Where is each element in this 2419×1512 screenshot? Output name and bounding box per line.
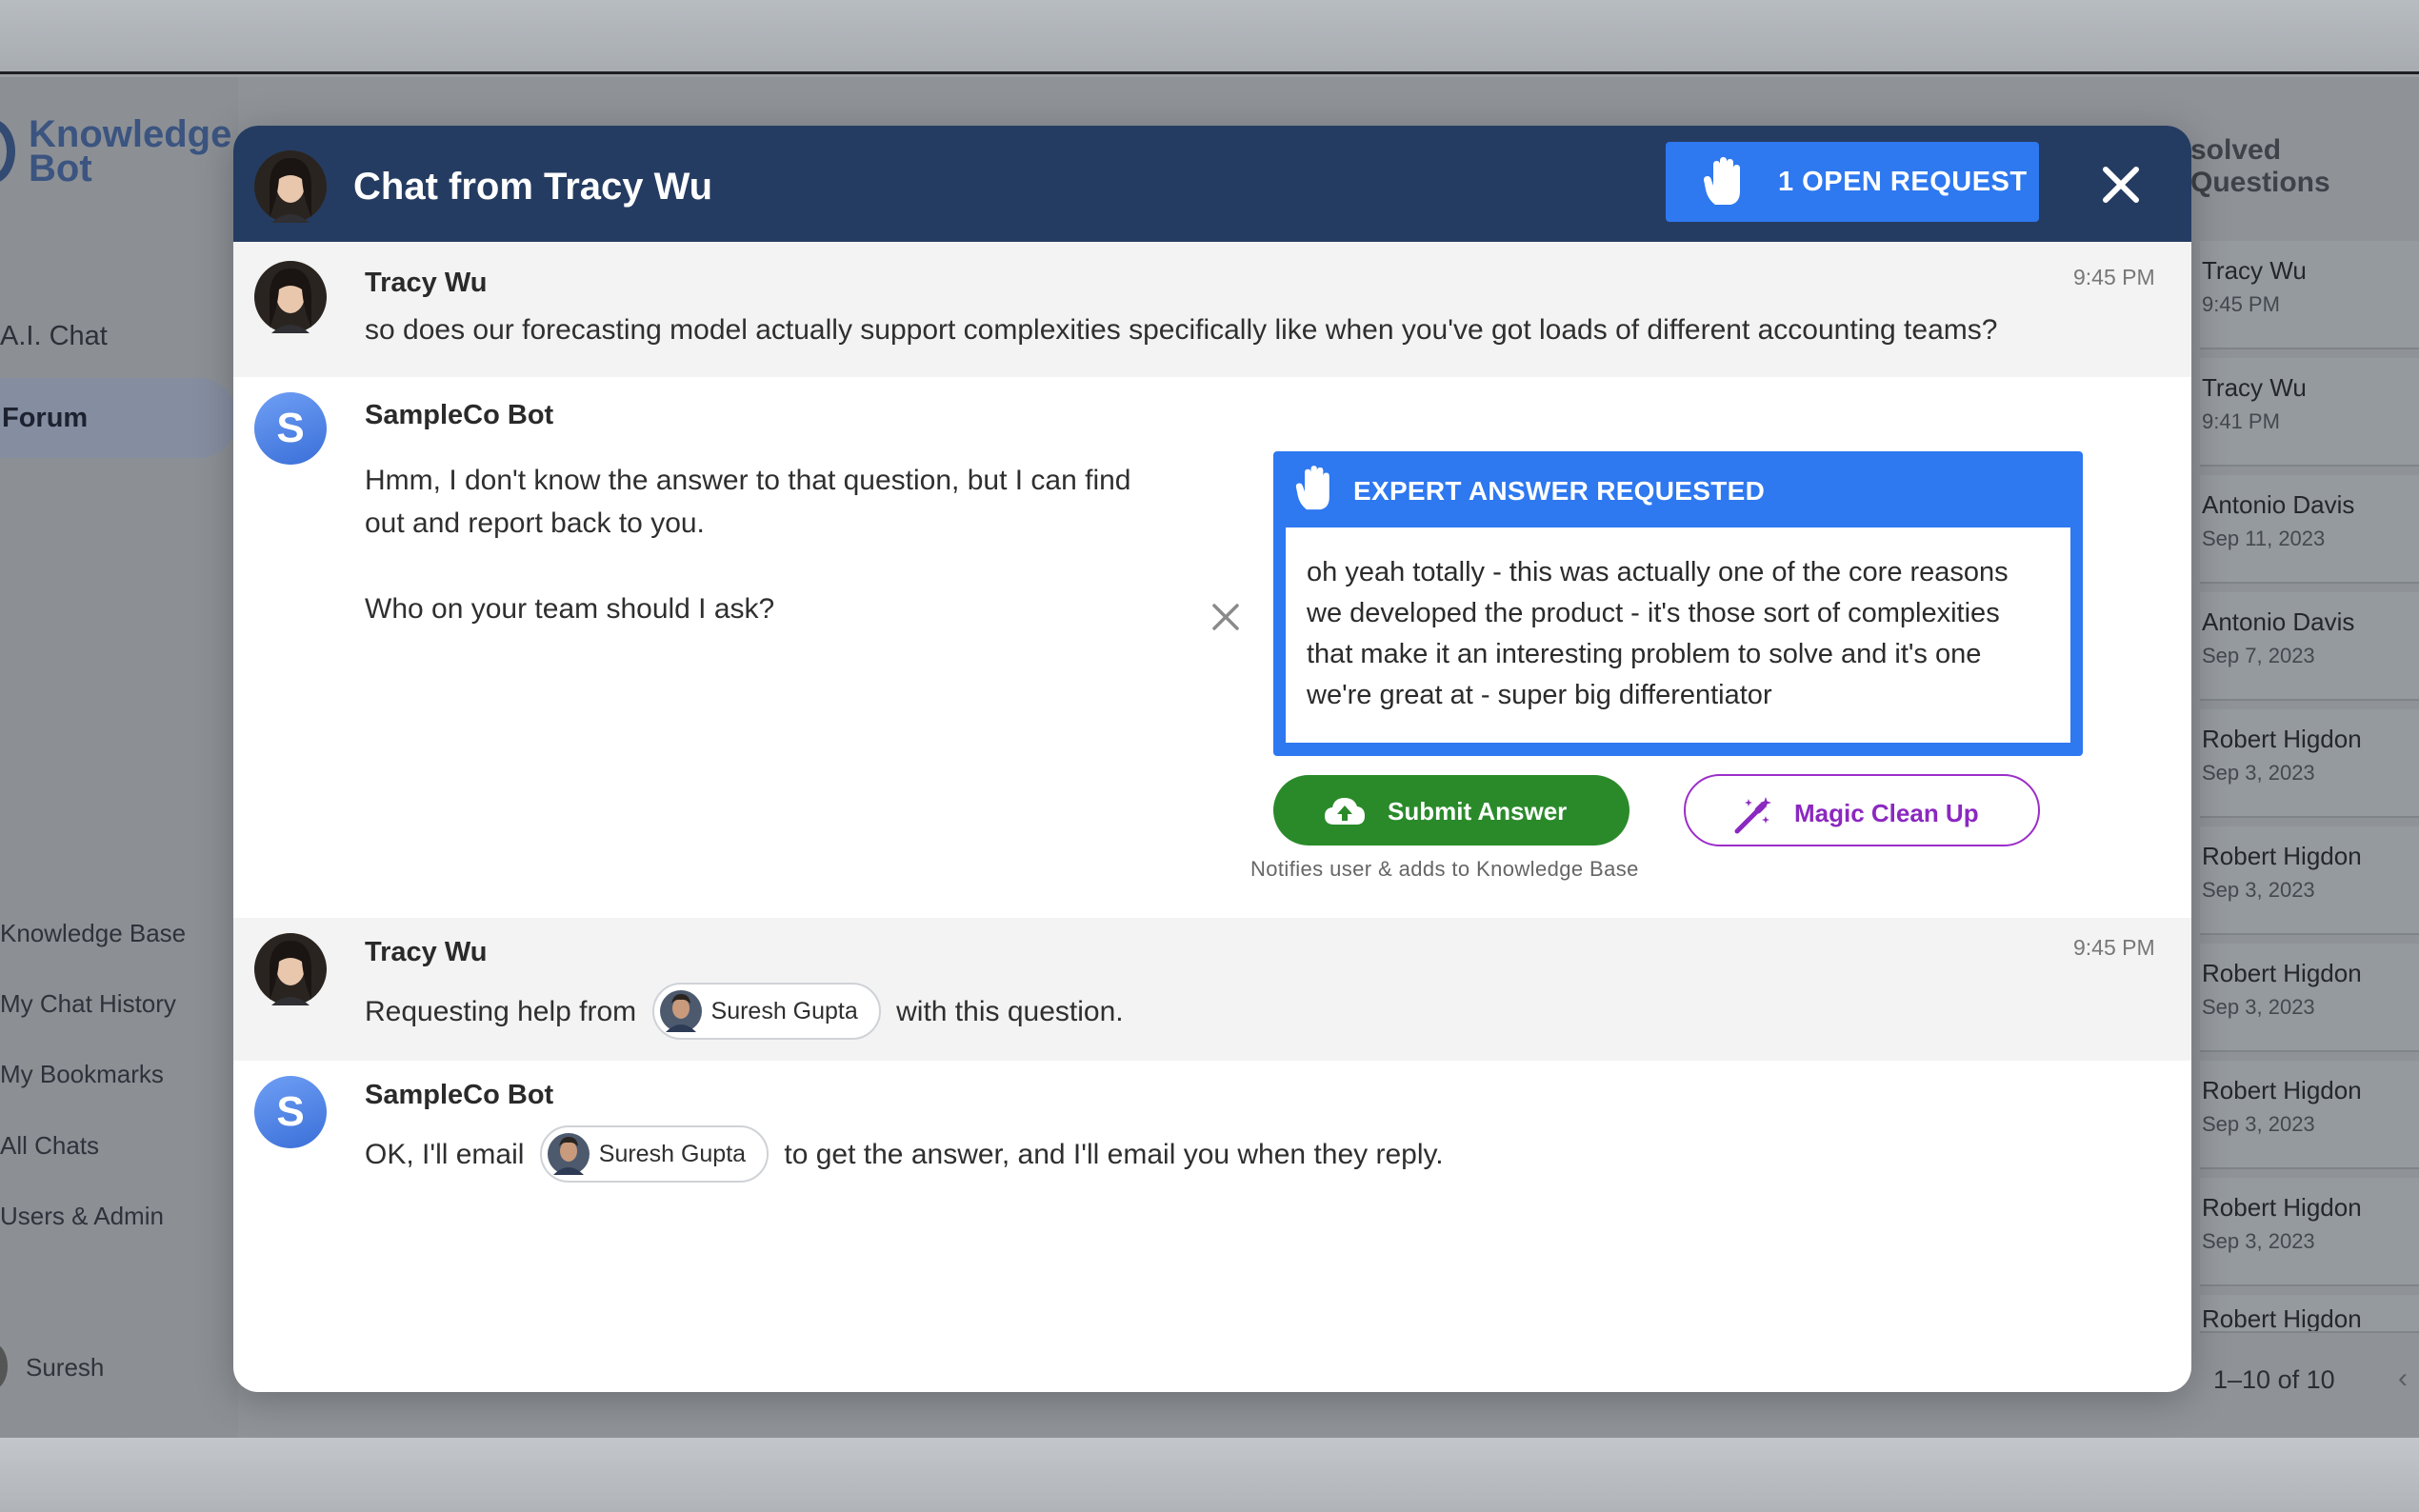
message-text-line: out and report back to you.: [365, 507, 705, 539]
question-row-name: Robert Higdon: [2202, 725, 2362, 753]
message-author: Tracy Wu: [365, 937, 488, 967]
avatar: [659, 990, 702, 1032]
video-frame-bottom: [0, 1438, 2419, 1512]
current-user-name: Suresh: [26, 1353, 105, 1382]
magic-clean-up-button[interactable]: Magic Clean Up: [1684, 774, 2040, 846]
magic-clean-up-label: Magic Clean Up: [1794, 799, 1979, 827]
cloud-upload-icon: [1325, 798, 1365, 825]
question-row-name: Robert Higdon: [2202, 842, 2362, 870]
question-row[interactable]: Robert Higdon Sep 3, 2023: [2200, 709, 2419, 818]
submit-note: Notifies user & adds to Knowledge Base: [1250, 857, 1639, 881]
submit-answer-label: Submit Answer: [1388, 797, 1568, 826]
chat-message: S SampleCo Bot OK, I'll email Suresh Gup…: [233, 1061, 2191, 1213]
questions-panel-heading: solved Questions: [2190, 134, 2330, 198]
chat-message: Tracy Wu 9:45 PM so does our forecasting…: [233, 242, 2191, 377]
message-text: so does our forecasting model actually s…: [365, 314, 1998, 346]
question-row-name: Robert Higdon: [2202, 959, 2362, 987]
question-row-date: Sep 3, 2023: [2202, 1229, 2315, 1253]
question-row[interactable]: Robert Higdon Sep 3, 2023: [2200, 1178, 2419, 1286]
avatar: [254, 933, 327, 1005]
question-row-date: Sep 3, 2023: [2202, 878, 2315, 902]
message-author: SampleCo Bot: [365, 400, 554, 430]
questions-panel: solved Questions Tracy Wu 9:45 PM Tracy W…: [2190, 77, 2419, 1438]
sidebar: Knowledge Bot A.I. Chat Forum Knowledge …: [0, 77, 238, 1438]
video-frame-top: [0, 0, 2419, 74]
question-row[interactable]: Antonio Davis Sep 11, 2023: [2200, 475, 2419, 584]
modal-title: Chat from Tracy Wu: [353, 166, 713, 208]
question-row-date: Sep 3, 2023: [2202, 1112, 2315, 1136]
question-row-name: Tracy Wu: [2202, 373, 2307, 402]
avatar: S: [254, 1076, 327, 1148]
modal-header: Chat from Tracy Wu 1 OPEN REQUEST: [233, 126, 2191, 242]
question-row-date: Sep 3, 2023: [2202, 761, 2315, 785]
submit-answer-button[interactable]: Submit Answer: [1273, 775, 1629, 846]
user-chip-name: Suresh Gupta: [710, 998, 858, 1025]
avatar: [254, 150, 327, 223]
expert-answer-card: EXPERT ANSWER REQUESTED oh yeah totally …: [1273, 451, 2083, 756]
close-icon[interactable]: [2094, 158, 2148, 211]
question-row[interactable]: Antonio Davis Sep 7, 2023: [2200, 592, 2419, 701]
message-text-line: Who on your team should I ask?: [365, 593, 775, 625]
question-row[interactable]: Tracy Wu 9:41 PM: [2200, 358, 2419, 467]
chat-message: Tracy Wu 9:45 PM Requesting help from Su…: [233, 918, 2191, 1061]
message-text-after: to get the answer, and I'll email you wh…: [784, 1138, 1444, 1170]
chat-modal: Chat from Tracy Wu 1 OPEN REQUEST Tracy …: [233, 126, 2191, 1392]
message-text-line: Hmm, I don't know the answer to that que…: [365, 465, 1131, 496]
message-text: Requesting help from Suresh Gupta with t…: [365, 983, 1124, 1042]
expert-answer-field[interactable]: oh yeah totally - this was actually one …: [1286, 527, 2070, 743]
question-row-date: Sep 7, 2023: [2202, 644, 2315, 667]
message-time: 9:45 PM: [2073, 265, 2155, 289]
message-text-before: Requesting help from: [365, 995, 637, 1027]
question-row-name: Robert Higdon: [2202, 1304, 2362, 1333]
question-row-name: Tracy Wu: [2202, 256, 2307, 285]
question-row-date: 9:45 PM: [2202, 292, 2280, 316]
message-text: OK, I'll email Suresh Gupta to get the a…: [365, 1125, 1444, 1184]
nav-ai-chat[interactable]: A.I. Chat: [0, 321, 108, 352]
question-row[interactable]: Tracy Wu 9:45 PM: [2200, 241, 2419, 349]
dismiss-icon[interactable]: [1209, 600, 1243, 634]
avatar: [547, 1133, 590, 1175]
question-row-date: Sep 11, 2023: [2202, 527, 2326, 550]
question-row-name: Robert Higdon: [2202, 1076, 2362, 1104]
open-request-button[interactable]: 1 OPEN REQUEST: [1666, 142, 2039, 222]
raised-hand-icon: [1704, 157, 1740, 205]
user-chip[interactable]: Suresh Gupta: [651, 983, 881, 1040]
avatar: [254, 261, 327, 333]
logo-text-line2: Bot: [29, 148, 92, 189]
question-row-date: 9:41 PM: [2202, 409, 2280, 433]
question-row-name: Antonio Davis: [2202, 490, 2355, 519]
user-chip-name: Suresh Gupta: [598, 1141, 747, 1167]
question-row-name: Robert Higdon: [2202, 1193, 2362, 1222]
nav-my-bookmarks[interactable]: My Bookmarks: [0, 1060, 164, 1089]
nav-forum[interactable]: Forum: [0, 378, 238, 458]
nav-all-chats[interactable]: All Chats: [0, 1131, 99, 1161]
expert-card-title: EXPERT ANSWER REQUESTED: [1353, 476, 1766, 506]
nav-my-chat-history[interactable]: My Chat History: [0, 989, 176, 1019]
nav-users-admin[interactable]: Users & Admin: [0, 1202, 164, 1231]
message-author: SampleCo Bot: [365, 1080, 554, 1110]
logo-mark-icon: [0, 119, 15, 184]
logo-text-line1: Knowledge: [29, 113, 232, 155]
question-row[interactable]: Robert Higdon: [2200, 1295, 2419, 1333]
question-row[interactable]: Robert Higdon Sep 3, 2023: [2200, 826, 2419, 935]
message-text: Hmm, I don't know the answer to that que…: [365, 459, 1131, 630]
question-row-date: Sep 3, 2023: [2202, 995, 2315, 1019]
message-author: Tracy Wu: [365, 268, 488, 298]
message-time: 9:45 PM: [2073, 935, 2155, 960]
pagination-label: 1–10 of 10: [2213, 1365, 2335, 1394]
prev-page-icon[interactable]: ‹: [2398, 1363, 2408, 1395]
question-row[interactable]: Robert Higdon Sep 3, 2023: [2200, 1061, 2419, 1169]
message-text-after: with this question.: [896, 995, 1124, 1027]
avatar: S: [254, 392, 327, 465]
question-row-name: Antonio Davis: [2202, 607, 2355, 636]
question-row[interactable]: Robert Higdon Sep 3, 2023: [2200, 944, 2419, 1052]
nav-knowledge-base[interactable]: Knowledge Base: [0, 919, 186, 948]
open-request-label: 1 OPEN REQUEST: [1778, 167, 2028, 197]
raised-hand-icon: [1295, 466, 1329, 510]
message-text-before: OK, I'll email: [365, 1138, 525, 1170]
magic-wand-icon: [1734, 797, 1771, 834]
avatar: [0, 1343, 8, 1389]
user-chip[interactable]: Suresh Gupta: [539, 1125, 770, 1183]
